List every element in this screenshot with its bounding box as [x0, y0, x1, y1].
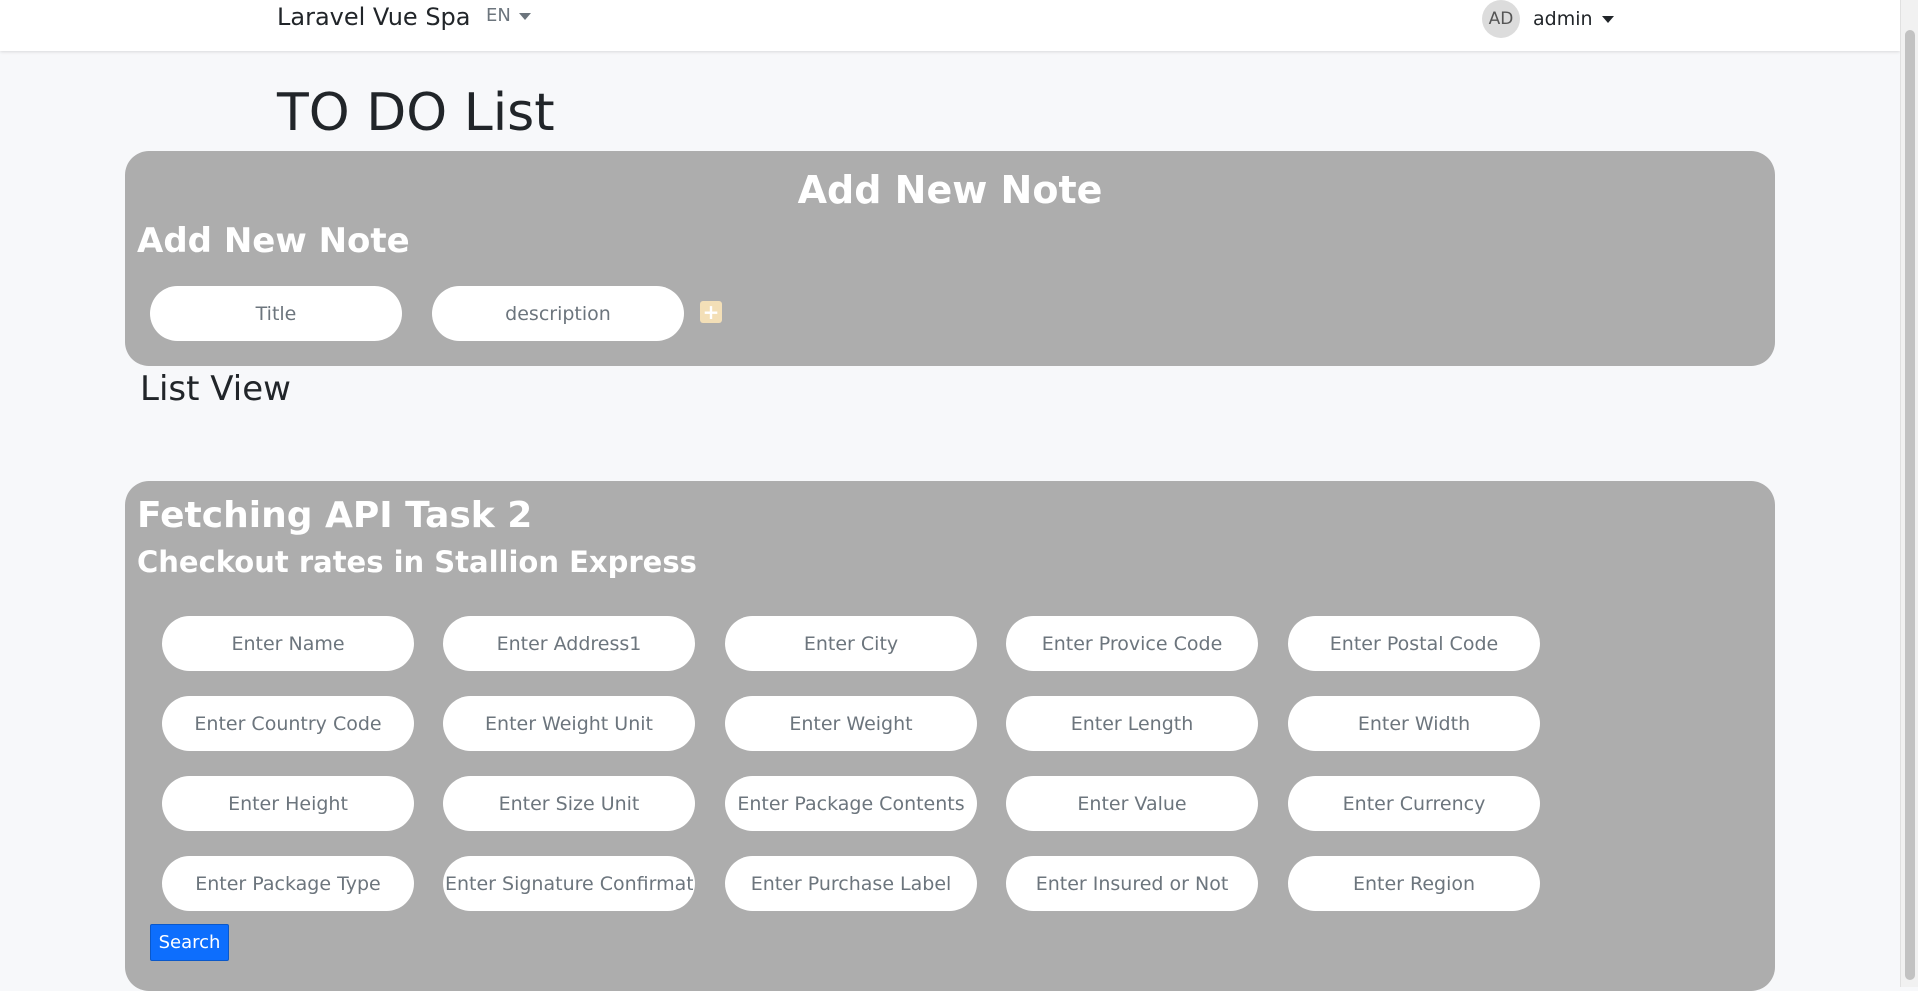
api-field-input[interactable]: [1288, 776, 1540, 831]
api-field-input[interactable]: [725, 616, 977, 671]
api-task-panel: Fetching API Task 2 Checkout rates in St…: [125, 481, 1775, 991]
api-field-input[interactable]: [1006, 616, 1258, 671]
chevron-down-icon: [1601, 15, 1614, 23]
add-note-panel: Add New Note Add New Note +: [125, 151, 1775, 366]
vertical-scrollbar[interactable]: [1900, 0, 1918, 987]
user-menu[interactable]: AD admin: [1482, 0, 1614, 38]
api-field-input[interactable]: [725, 776, 977, 831]
api-field-input[interactable]: [162, 776, 414, 831]
api-field-input[interactable]: [443, 856, 695, 911]
api-field-input[interactable]: [162, 856, 414, 911]
language-label: EN: [486, 5, 511, 26]
api-field-input[interactable]: [1288, 856, 1540, 911]
note-title-input[interactable]: [150, 286, 402, 341]
api-field-input[interactable]: [1288, 616, 1540, 671]
list-view-heading: List View: [140, 369, 291, 409]
add-note-heading: Add New Note: [137, 221, 410, 261]
top-navbar: Laravel Vue Spa EN AD admin: [0, 0, 1900, 51]
api-task-subtitle: Checkout rates in Stallion Express: [137, 545, 697, 579]
username-label: admin: [1533, 8, 1593, 30]
api-field-input[interactable]: [1006, 776, 1258, 831]
api-field-input[interactable]: [162, 616, 414, 671]
api-field-input[interactable]: [1288, 696, 1540, 751]
api-field-input[interactable]: [162, 696, 414, 751]
api-field-input[interactable]: [1006, 856, 1258, 911]
avatar: AD: [1482, 0, 1520, 38]
search-button[interactable]: Search: [150, 924, 229, 961]
api-field-input[interactable]: [443, 696, 695, 751]
api-field-input[interactable]: [443, 616, 695, 671]
api-field-input[interactable]: [725, 856, 977, 911]
api-field-input[interactable]: [443, 776, 695, 831]
page-title: TO DO List: [277, 83, 555, 143]
add-note-heading-center: Add New Note: [797, 168, 1103, 212]
language-dropdown[interactable]: EN: [486, 4, 531, 28]
api-field-input[interactable]: [725, 696, 977, 751]
note-description-input[interactable]: [432, 286, 684, 341]
scrollbar-thumb[interactable]: [1905, 30, 1915, 980]
chevron-down-icon: [518, 12, 531, 20]
api-field-input[interactable]: [1006, 696, 1258, 751]
api-task-title: Fetching API Task 2: [137, 495, 533, 536]
plus-square-icon[interactable]: +: [700, 301, 722, 323]
brand-link[interactable]: Laravel Vue Spa: [277, 2, 471, 32]
